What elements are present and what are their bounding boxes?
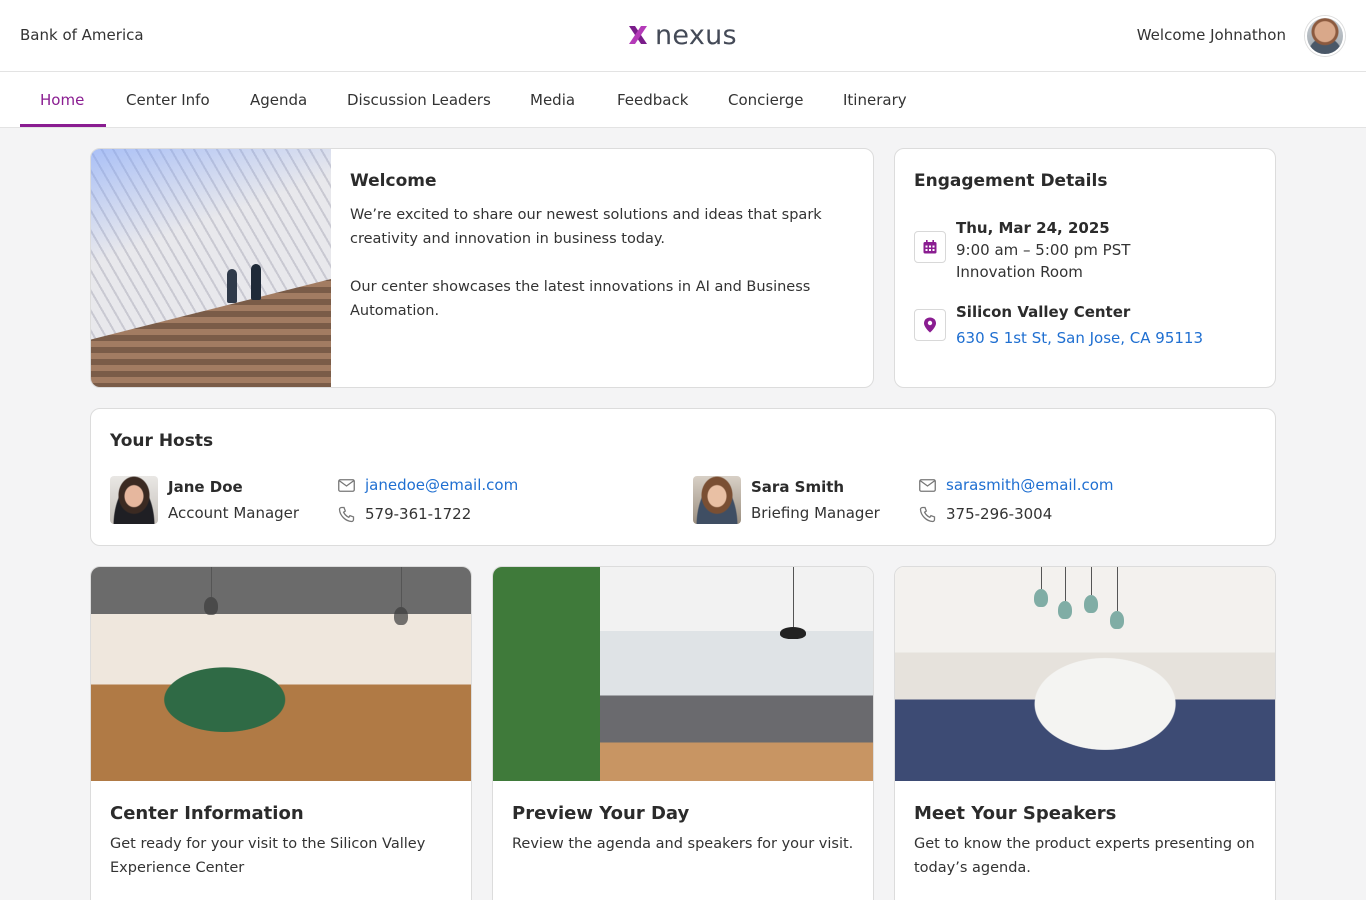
host-role: Briefing Manager [751,504,880,522]
hosts-title: Your Hosts [110,431,214,451]
host-email: janedoe@email.com [338,476,518,494]
engagement-time: 9:00 am – 5:00 pm PST [956,241,1131,259]
welcome-user: Welcome Johnathon [1136,26,1286,44]
tab-concierge[interactable]: Concierge [728,72,803,128]
host-role: Account Manager [168,504,300,522]
hosts-card: Your Hosts Jane Doe Account Manager jane… [90,408,1276,546]
host-email: sarasmith@email.com [919,476,1114,494]
workspace-image [493,567,873,781]
host-photo-sara [693,476,741,524]
avatar[interactable] [1305,16,1345,56]
tile-preview-your-day[interactable]: Preview Your Day Review the agenda and s… [492,566,874,900]
engagement-location: Silicon Valley Center 630 S 1st St, San … [956,301,1203,349]
host-phone: 375-296-3004 [919,505,1052,523]
tab-itinerary[interactable]: Itinerary [843,72,907,128]
main-nav: Home Center Info Agenda Discussion Leade… [0,72,1366,128]
logo-text: nexus [655,19,737,51]
tile-title: Meet Your Speakers [914,803,1117,824]
engagement-date: Thu, Mar 24, 2025 [956,219,1110,237]
engagement-datetime: Thu, Mar 24, 2025 9:00 am – 5:00 pm PST … [956,217,1130,283]
location-name: Silicon Valley Center [956,303,1131,321]
mail-icon [919,478,936,492]
tab-agenda[interactable]: Agenda [250,72,307,128]
tile-title: Preview Your Day [512,803,690,824]
tab-center-info[interactable]: Center Info [126,72,210,128]
phone-number: 579-361-1722 [365,505,472,523]
welcome-card: Welcome We’re excited to share our newes… [90,148,874,388]
address-link[interactable]: 630 S 1st St, San Jose, CA 95113 [956,329,1203,347]
welcome-title: Welcome [350,171,437,191]
host-name: Jane Doe [168,478,243,496]
meeting-room-image [895,567,1275,781]
tile-center-information[interactable]: Center Information Get ready for your vi… [90,566,472,900]
tab-feedback[interactable]: Feedback [617,72,688,128]
mail-icon [338,478,355,492]
phone-number: 375-296-3004 [946,505,1053,523]
welcome-paragraph-1: We’re excited to share our newest soluti… [350,207,822,247]
location-pin-icon [914,309,946,341]
active-tab-indicator [20,124,106,127]
lounge-image [91,567,471,781]
phone-icon [919,506,936,522]
nexus-logo[interactable]: nexus [627,18,737,52]
calendar-icon [914,231,946,263]
email-link[interactable]: janedoe@email.com [365,476,518,494]
welcome-image [91,149,331,387]
phone-icon [338,506,355,522]
engagement-room: Innovation Room [956,263,1083,281]
tab-media[interactable]: Media [530,72,575,128]
tile-text: Get ready for your visit to the Silicon … [110,836,426,876]
x-mark-icon [629,26,647,44]
tile-title: Center Information [110,803,304,824]
engagement-details-card: Engagement Details Thu, Mar 24, 2025 9:0… [894,148,1276,388]
tile-text: Get to know the product experts presenti… [914,836,1255,876]
welcome-paragraph-2: Our center showcases the latest innovati… [350,279,811,319]
email-link[interactable]: sarasmith@email.com [946,476,1114,494]
tile-meet-your-speakers[interactable]: Meet Your Speakers Get to know the produ… [894,566,1276,900]
company-name: Bank of America [20,26,144,44]
host-phone: 579-361-1722 [338,505,471,523]
host-name: Sara Smith [751,478,845,496]
tab-discussion-leaders[interactable]: Discussion Leaders [347,72,491,128]
host-photo-jane [110,476,158,524]
tab-home[interactable]: Home [40,72,84,128]
engagement-title: Engagement Details [914,171,1108,191]
tile-text: Review the agenda and speakers for your … [512,836,854,852]
top-bar: Bank of America nexus Welcome Johnathon [0,0,1366,72]
